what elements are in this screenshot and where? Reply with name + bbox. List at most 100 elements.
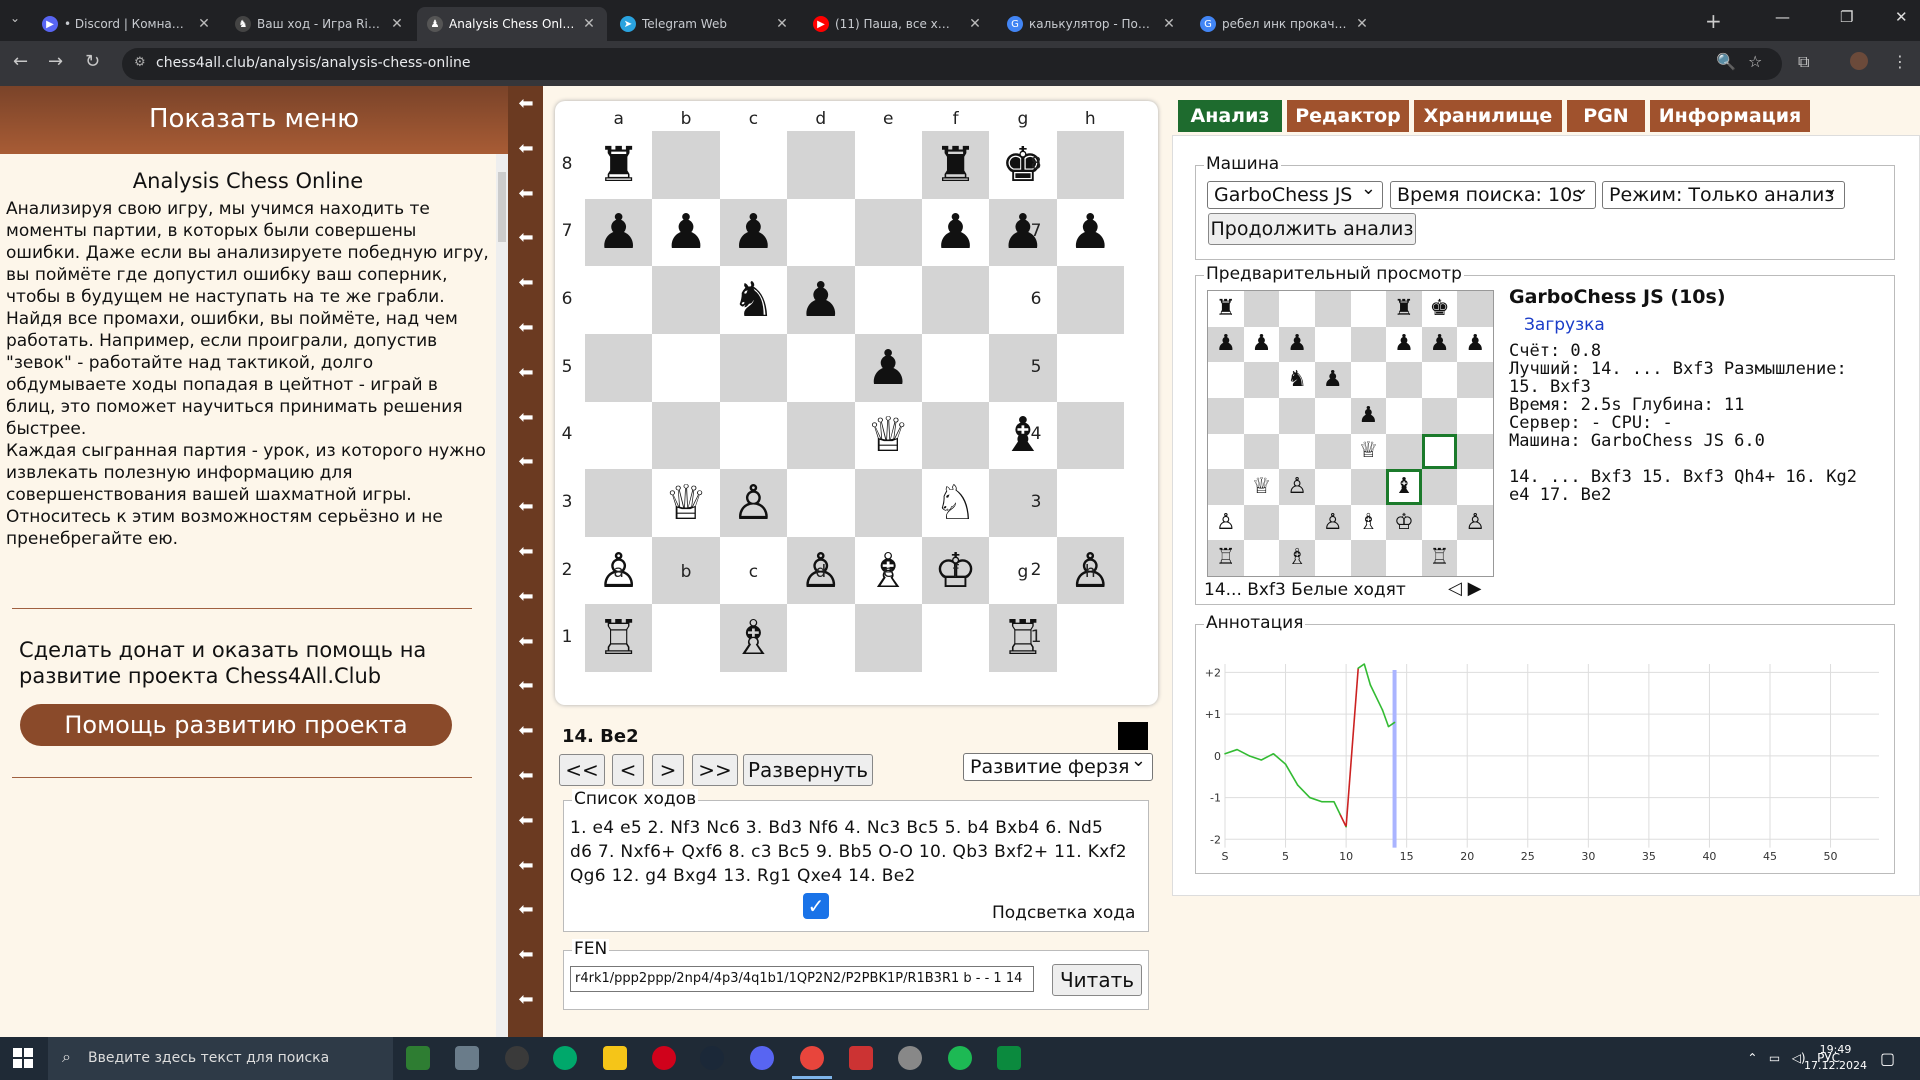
chess-piece[interactable]: ♙ xyxy=(1216,511,1236,534)
tray-chevron-icon[interactable]: ⌃ xyxy=(1747,1051,1757,1065)
board-square[interactable]: ♟ xyxy=(585,198,653,267)
board-square[interactable] xyxy=(1421,362,1458,398)
board-square[interactable] xyxy=(585,401,653,470)
board-square[interactable] xyxy=(787,198,855,267)
board-square[interactable] xyxy=(1457,397,1493,434)
board-square[interactable] xyxy=(989,266,1057,334)
board-square[interactable] xyxy=(1314,540,1351,576)
chess-piece[interactable]: ♟ xyxy=(1430,333,1450,355)
browser-tab[interactable]: Gребел инк прокачка - Поиск в ✕ xyxy=(1190,7,1380,41)
scrollbar-thumb[interactable] xyxy=(498,172,506,242)
restore-icon[interactable]: ❐ xyxy=(1840,8,1853,26)
board-square[interactable]: ♟ xyxy=(1056,198,1124,267)
board-square[interactable] xyxy=(1457,362,1493,398)
board-square[interactable]: ♕ xyxy=(1243,469,1280,505)
chess-piece[interactable]: ♖ xyxy=(1430,547,1450,569)
board-square[interactable]: ♜ xyxy=(585,131,653,199)
bookmark-star-icon[interactable]: ☆ xyxy=(1748,52,1762,71)
chess-piece[interactable]: ♖ xyxy=(597,614,640,662)
board-square[interactable] xyxy=(1208,397,1244,434)
board-square[interactable] xyxy=(1279,291,1315,327)
board-square[interactable] xyxy=(1457,540,1493,576)
tab-editor[interactable]: Редактор xyxy=(1287,100,1409,132)
tab-search-icon[interactable]: ⌄ xyxy=(10,11,20,25)
board-square[interactable]: ♙ xyxy=(1279,469,1315,505)
board-square[interactable]: ♕ xyxy=(1350,433,1387,470)
board-square[interactable] xyxy=(1056,401,1124,470)
chess-piece[interactable]: ♚ xyxy=(1430,297,1450,320)
eval-point[interactable] xyxy=(1260,759,1263,761)
board-square[interactable]: ♗ xyxy=(1350,504,1387,541)
board-square[interactable] xyxy=(1243,504,1280,541)
browser-tab[interactable]: ♞ Ваш ход - Игра Rizz_Restart_2 ✕ xyxy=(225,7,415,41)
board-square[interactable] xyxy=(1350,326,1387,363)
board-square[interactable]: ♖ xyxy=(585,604,653,672)
board-square[interactable] xyxy=(854,198,922,267)
app-icon[interactable] xyxy=(849,1046,873,1070)
board-square[interactable] xyxy=(1243,291,1280,327)
board-square[interactable] xyxy=(1279,504,1315,541)
board-square[interactable] xyxy=(921,333,990,402)
board-square[interactable] xyxy=(652,266,720,334)
chess-piece[interactable]: ♟ xyxy=(799,276,842,324)
tab-close-icon[interactable]: ✕ xyxy=(1354,16,1370,32)
board-square[interactable] xyxy=(1314,469,1351,505)
chess-piece[interactable]: ♟ xyxy=(665,208,708,256)
board-square[interactable] xyxy=(787,469,855,537)
board-square[interactable]: ♙ xyxy=(1457,504,1493,541)
board-square[interactable] xyxy=(585,333,653,402)
search-time-select[interactable]: Время поиска: 10s xyxy=(1390,177,1596,209)
collapse-arrow-icon[interactable]: ⬅ xyxy=(516,228,536,248)
app-icon[interactable] xyxy=(505,1046,529,1070)
board-square[interactable]: ♟ xyxy=(1421,326,1458,363)
collapse-arrow-icon[interactable]: ⬅ xyxy=(516,362,536,383)
board-square[interactable] xyxy=(1421,469,1458,505)
new-tab-button[interactable]: + xyxy=(1705,9,1722,33)
browser-tab[interactable]: ▶ (11) Паша, все х@@ня, давай ✕ xyxy=(803,7,993,41)
board-square[interactable] xyxy=(1314,291,1351,327)
extensions-icon[interactable]: ⧉ xyxy=(1798,52,1809,72)
board-square[interactable] xyxy=(1056,604,1124,672)
board-square[interactable] xyxy=(989,333,1057,402)
board-square[interactable]: ♗ xyxy=(1279,540,1315,576)
board-square[interactable] xyxy=(1457,469,1493,505)
tab-close-icon[interactable]: ✕ xyxy=(389,16,405,32)
chess-piece[interactable]: ♙ xyxy=(1465,511,1485,534)
eval-point[interactable] xyxy=(1357,667,1360,669)
board-square[interactable]: ♟ xyxy=(1386,326,1422,363)
board-square[interactable] xyxy=(1386,397,1422,434)
eval-point[interactable] xyxy=(1333,800,1335,803)
board-square[interactable]: ♖ xyxy=(1421,540,1458,576)
continue-analysis-button[interactable]: Продолжить анализ xyxy=(1208,213,1416,245)
board-square[interactable]: ♙ xyxy=(1314,504,1351,541)
chess-piece[interactable]: ♝ xyxy=(1394,475,1414,498)
read-fen-button[interactable]: Читать xyxy=(1052,964,1142,996)
board-square[interactable] xyxy=(787,131,855,199)
board-square[interactable]: ♕ xyxy=(854,401,922,470)
opening-select[interactable]: Развитие ферзя xyxy=(963,749,1153,781)
tab-info[interactable]: Информация xyxy=(1650,100,1810,132)
app-icon[interactable] xyxy=(553,1046,577,1070)
board-square[interactable]: ♟ xyxy=(921,198,990,267)
browser-tab[interactable]: ➤ Telegram Web ✕ xyxy=(610,7,800,41)
browser-tab[interactable]: ▶ • Discord | Комната patrai ✕ xyxy=(32,7,222,41)
tab-analysis[interactable]: Анализ xyxy=(1178,100,1282,132)
chess-piece[interactable]: ♙ xyxy=(1287,475,1307,498)
board-square[interactable] xyxy=(652,401,720,470)
tab-close-icon[interactable]: ✕ xyxy=(1161,16,1177,32)
board-square[interactable] xyxy=(1279,397,1315,434)
board-square[interactable]: ♘ xyxy=(921,469,990,537)
app-icon[interactable] xyxy=(898,1046,922,1070)
board-square[interactable] xyxy=(1279,433,1315,470)
chess-piece[interactable]: ♗ xyxy=(1358,511,1378,534)
board-square[interactable] xyxy=(1208,433,1244,470)
board-square[interactable]: ♝ xyxy=(989,401,1057,470)
minimize-icon[interactable]: — xyxy=(1775,8,1790,26)
taskbar-search[interactable]: ⌕ Введите здесь текст для поиска xyxy=(48,1037,393,1080)
eval-point[interactable] xyxy=(1339,813,1341,816)
board-square[interactable] xyxy=(787,604,855,672)
board-square[interactable] xyxy=(719,401,788,470)
mode-select[interactable]: Режим: Только анализ xyxy=(1602,177,1845,209)
preview-next-icon[interactable]: ▶ xyxy=(1468,578,1482,599)
board-square[interactable] xyxy=(787,401,855,470)
